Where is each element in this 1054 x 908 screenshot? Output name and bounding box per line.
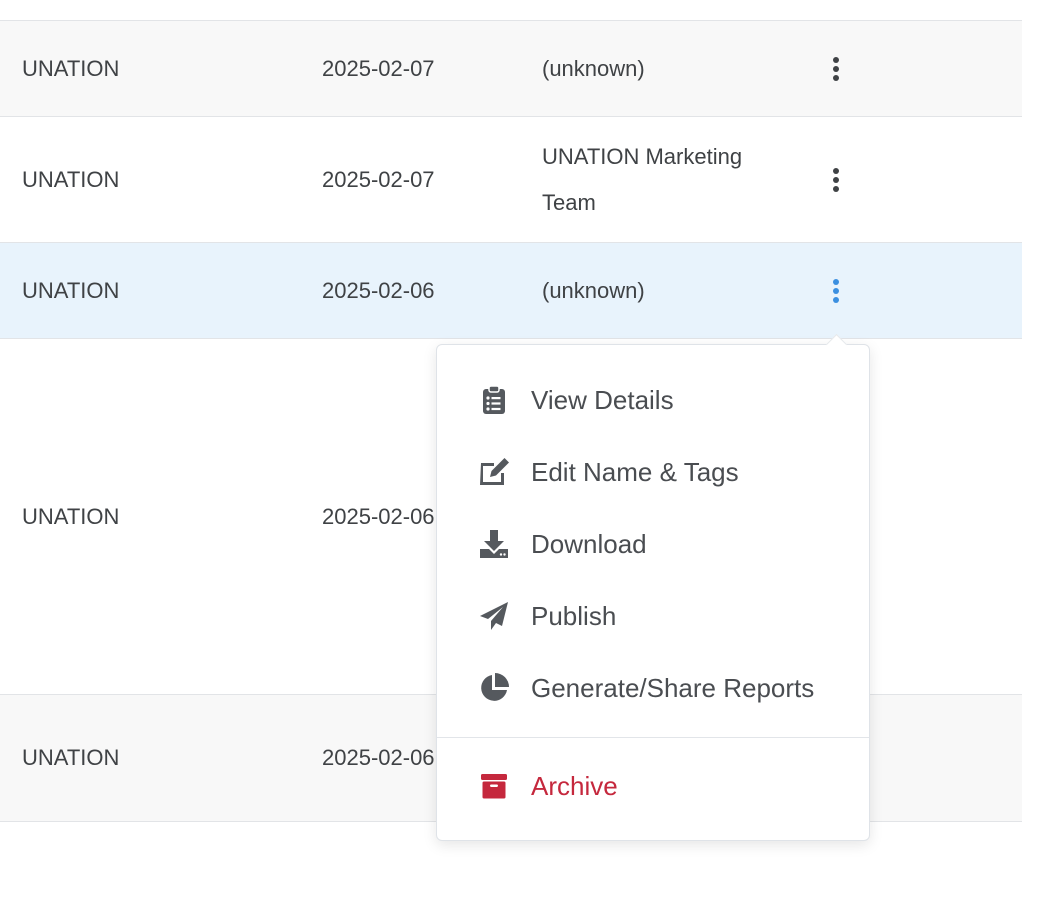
date-cell: 2025-02-06 xyxy=(322,277,435,303)
menu-item-label: Edit Name & Tags xyxy=(531,456,739,487)
date-cell: 2025-02-06 xyxy=(322,745,435,770)
menu-item-edit-name-tags[interactable]: Edit Name & Tags xyxy=(437,444,869,500)
menu-divider xyxy=(437,737,869,738)
edit-icon xyxy=(477,455,511,489)
row-actions-kebab-icon-active[interactable] xyxy=(826,276,846,306)
menu-item-archive[interactable]: Archive xyxy=(437,758,869,814)
date-cell: 2025-02-06 xyxy=(322,503,435,529)
creator-cell: (unknown) xyxy=(542,277,645,303)
page: UNATION 2025-02-07 (unknown) UNATION 202… xyxy=(0,0,1054,908)
creator-cell: (unknown) xyxy=(542,55,645,81)
menu-item-download[interactable]: Download xyxy=(437,516,869,572)
creator-cell: UNATION Marketing Team xyxy=(542,143,743,215)
row-actions-menu: View Details Edit Name & Tags Download P… xyxy=(436,333,870,841)
menu-item-label: Download xyxy=(531,528,647,559)
owner-cell: UNATION xyxy=(22,745,120,770)
table-row-selected[interactable]: UNATION 2025-02-06 (unknown) xyxy=(0,243,1022,339)
table-row[interactable]: UNATION 2025-02-07 UNATION Marketing Tea… xyxy=(0,117,1022,243)
paper-plane-icon xyxy=(477,599,511,633)
owner-cell: UNATION xyxy=(22,166,120,192)
owner-cell: UNATION xyxy=(22,503,120,529)
clipboard-list-icon xyxy=(477,383,511,417)
menu-item-label: Generate/Share Reports xyxy=(531,672,815,703)
row-actions-kebab-icon[interactable] xyxy=(826,165,846,195)
date-cell: 2025-02-07 xyxy=(322,55,435,81)
table-row[interactable]: UNATION 2025-02-07 (unknown) xyxy=(0,21,1022,117)
archive-icon xyxy=(477,769,511,803)
menu-item-label: Archive xyxy=(531,770,618,801)
menu-item-publish[interactable]: Publish xyxy=(437,588,869,644)
menu-item-generate-share-reports[interactable]: Generate/Share Reports xyxy=(437,660,869,716)
download-icon xyxy=(477,527,511,561)
pie-chart-icon xyxy=(477,671,511,705)
owner-cell: UNATION xyxy=(22,277,120,303)
menu-item-label: View Details xyxy=(531,384,674,415)
menu-item-view-details[interactable]: View Details xyxy=(437,372,869,428)
row-actions-kebab-icon[interactable] xyxy=(826,54,846,84)
menu-item-label: Publish xyxy=(531,600,617,631)
date-cell: 2025-02-07 xyxy=(322,166,435,192)
owner-cell: UNATION xyxy=(22,55,120,81)
